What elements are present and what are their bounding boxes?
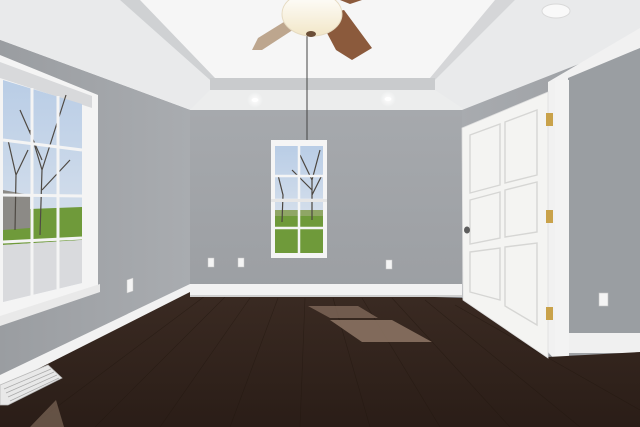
outlet-1 — [207, 257, 215, 268]
window-left — [0, 55, 100, 326]
hinge-top — [546, 113, 553, 126]
room-scene — [0, 0, 640, 427]
doorway — [548, 28, 640, 360]
window-back — [271, 140, 327, 258]
outlet-doorway — [598, 292, 609, 307]
smoke-detector — [541, 3, 571, 19]
outlet-4 — [126, 277, 134, 294]
door-knob[interactable] — [464, 226, 470, 234]
hinge-bottom — [546, 307, 553, 320]
outlet-3 — [385, 259, 393, 270]
hinge-middle — [546, 210, 553, 223]
outlet-2 — [237, 257, 245, 268]
